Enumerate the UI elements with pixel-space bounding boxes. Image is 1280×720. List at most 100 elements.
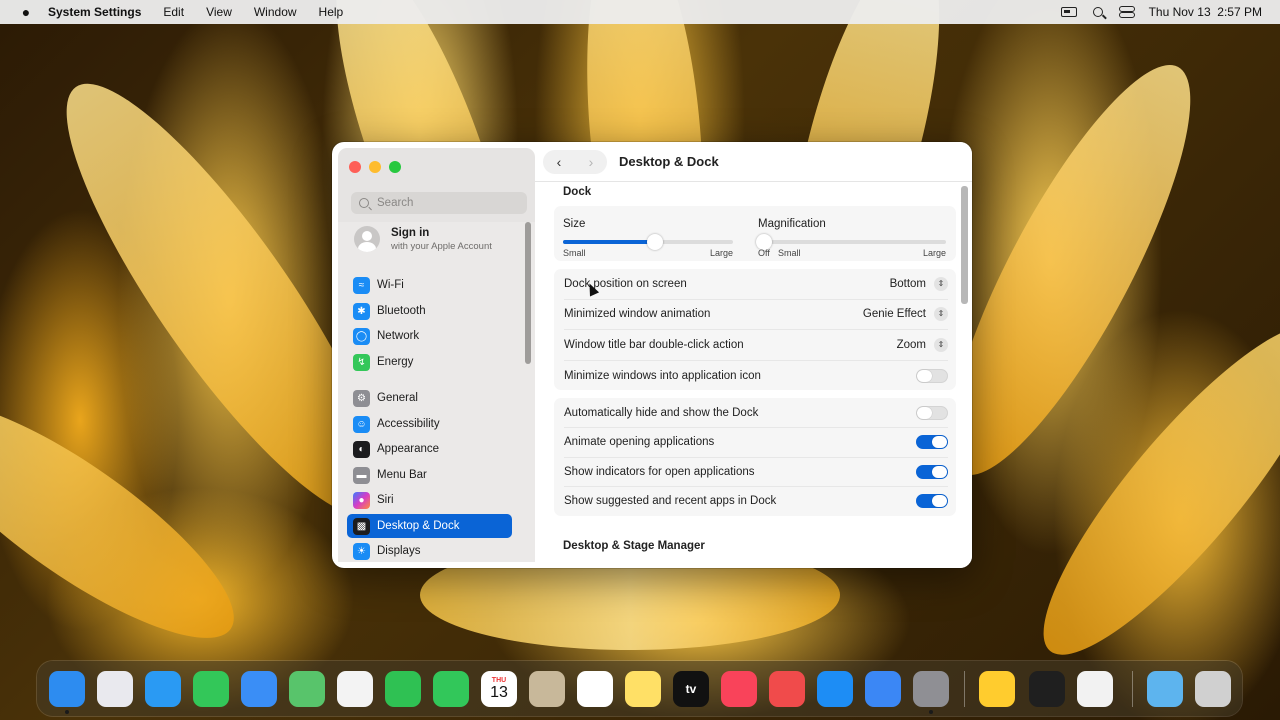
sidebar-search [351, 192, 527, 214]
sidebar-item-wifi[interactable]: ≈ Wi-Fi [347, 273, 512, 297]
menu-bar-clock[interactable]: Thu Nov 13 2:57 PM [1149, 5, 1262, 19]
sidebar-item-label: Energy [377, 356, 414, 368]
show-indicators-label: Show indicators for open applications [564, 466, 755, 478]
sidebar-item-bluetooth[interactable]: ✱ Bluetooth [347, 299, 512, 323]
menu-help[interactable]: Help [319, 5, 344, 19]
title-bar-double-click-row: Window title bar double-click action Zoo… [564, 337, 948, 353]
search-input[interactable] [377, 197, 517, 209]
sidebar-list: Sign in with your Apple Account ≈ Wi-Fi … [338, 222, 535, 562]
maps-icon[interactable] [289, 671, 325, 707]
finder-icon[interactable] [49, 671, 85, 707]
appearance-icon: ◐ [353, 440, 370, 458]
safari-icon[interactable] [145, 671, 181, 707]
apple-tv-label: tv [685, 682, 697, 696]
magnification-slider[interactable] [756, 234, 946, 250]
minimize-animation-popup[interactable]: Genie Effect ⇕ [863, 307, 948, 321]
back-button[interactable]: ‹ [543, 150, 575, 174]
auto-hide-dock-label: Automatically hide and show the Dock [564, 407, 759, 419]
apple-logo-icon[interactable]: ● [18, 4, 34, 20]
tips-icon[interactable] [979, 671, 1015, 707]
sidebar-item-accessibility[interactable]: ☺ Accessibility [347, 412, 512, 436]
minimize-into-icon-row: Minimize windows into application icon [564, 368, 948, 384]
navigation-buttons: ‹ › [543, 149, 607, 174]
sidebar-item-label: Appearance [377, 443, 440, 455]
sidebar-item-energy[interactable]: ↯ Energy [347, 350, 512, 374]
dock-separator [1132, 671, 1133, 707]
sidebar-item-label: General [377, 392, 418, 404]
menu-edit[interactable]: Edit [163, 5, 184, 19]
minimize-into-icon-toggle[interactable] [916, 369, 948, 383]
keynote-numbers-icon[interactable] [1029, 671, 1065, 707]
dock-behavior-group: Automatically hide and show the Dock Ani… [554, 398, 956, 516]
notes-icon[interactable] [625, 671, 661, 707]
auto-hide-dock-toggle[interactable] [916, 406, 948, 420]
animate-opening-toggle[interactable] [916, 435, 948, 449]
sidebar-item-siri[interactable]: ● Siri [347, 488, 512, 512]
dock-position-popup[interactable]: Bottom ⇕ [890, 277, 948, 291]
size-slider[interactable] [563, 234, 733, 250]
trash-icon[interactable] [1195, 671, 1231, 707]
downloads-folder-icon[interactable] [1147, 671, 1183, 707]
rocketsim-icon[interactable] [769, 671, 805, 707]
music-icon[interactable] [721, 671, 757, 707]
divider [564, 299, 948, 300]
sidebar-item-label: Displays [377, 545, 421, 557]
sidebar-item-menu-bar[interactable]: ▬ Menu Bar [347, 463, 512, 487]
zoom-window-button[interactable] [389, 161, 401, 173]
title-bar-double-click-popup[interactable]: Zoom ⇕ [897, 338, 948, 352]
dock-size-group: Size Small Large Magnification Off Small… [554, 206, 956, 261]
system-settings-icon[interactable] [913, 671, 949, 707]
forward-button[interactable]: › [575, 150, 607, 174]
chevron-up-down-icon: ⇕ [934, 338, 948, 352]
system-settings-window: Sign in with your Apple Account ≈ Wi-Fi … [332, 142, 972, 568]
mail-icon[interactable] [241, 671, 277, 707]
phone-icon[interactable] [433, 671, 469, 707]
divider [564, 427, 948, 428]
calendar-icon[interactable]: THU 13 [481, 671, 517, 707]
size-slider-knob[interactable] [646, 234, 663, 250]
iphone-mirroring-icon[interactable] [865, 671, 901, 707]
wifi-icon: ≈ [353, 276, 370, 294]
calendar-day-label: 13 [490, 683, 508, 701]
sidebar-item-network[interactable]: ◯ Network [347, 324, 512, 348]
contacts-icon[interactable] [529, 671, 565, 707]
spotlight-search-icon[interactable] [1092, 7, 1103, 17]
launchpad-icon[interactable] [97, 671, 133, 707]
sidebar-item-displays[interactable]: ☀ Displays [347, 539, 512, 563]
sidebar-item-label: Bluetooth [377, 305, 426, 317]
menu-bar-time: 2:57 PM [1217, 5, 1262, 19]
dock-position-row: Dock position on screen Bottom ⇕ [564, 276, 948, 292]
size-min-label: Small [563, 248, 586, 258]
dock-position-label: Dock position on screen [564, 278, 687, 290]
menu-view[interactable]: View [206, 5, 232, 19]
sidebar-item-desktop-dock[interactable]: ▩ Desktop & Dock [347, 514, 512, 538]
sidebar-item-appearance[interactable]: ◐ Appearance [347, 437, 512, 461]
size-max-label: Large [709, 248, 733, 258]
control-center-icon[interactable] [1118, 6, 1135, 18]
close-window-button[interactable] [349, 161, 361, 173]
show-indicators-toggle[interactable] [916, 465, 948, 479]
photos-icon[interactable] [337, 671, 373, 707]
apple-tv-icon[interactable]: tv [673, 671, 709, 707]
apple-account-signin[interactable]: Sign in with your Apple Account [354, 226, 492, 252]
dock-options-group: Dock position on screen Bottom ⇕ Minimiz… [554, 269, 956, 390]
menu-window[interactable]: Window [254, 5, 297, 19]
minimize-animation-label: Minimized window animation [564, 308, 711, 320]
content-scrollbar[interactable] [961, 186, 968, 304]
suggested-apps-toggle[interactable] [916, 494, 948, 508]
preview-icon[interactable] [1077, 671, 1113, 707]
menu-app-name[interactable]: System Settings [48, 5, 141, 19]
sidebar-item-general[interactable]: ⚙ General [347, 386, 512, 410]
gear-icon: ⚙ [353, 389, 370, 407]
auto-hide-dock-row: Automatically hide and show the Dock [564, 405, 948, 421]
sidebar-scrollbar[interactable] [525, 222, 531, 364]
divider [564, 360, 948, 361]
facetime-icon[interactable] [385, 671, 421, 707]
screen-mirroring-icon[interactable] [1060, 7, 1077, 17]
calendar-month-label: THU [491, 676, 507, 684]
menu-bar: ● System Settings Edit View Window Help … [0, 0, 1280, 24]
reminders-icon[interactable] [577, 671, 613, 707]
app-store-icon[interactable] [817, 671, 853, 707]
messages-icon[interactable] [193, 671, 229, 707]
minimize-window-button[interactable] [369, 161, 381, 173]
